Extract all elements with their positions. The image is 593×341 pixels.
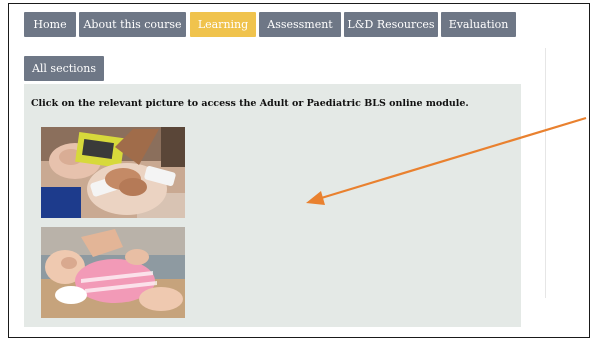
adult-cpr-image <box>41 127 185 218</box>
tab-about-this-course[interactable]: About this course <box>79 12 186 37</box>
adult-bls-image-link[interactable] <box>41 127 185 218</box>
tab-ld-resources[interactable]: L&D Resources <box>344 12 438 37</box>
instruction-text: Click on the relevant picture to access … <box>31 98 469 109</box>
tab-all-sections[interactable]: All sections <box>24 56 104 81</box>
paediatric-manikin-image <box>41 227 185 318</box>
tab-evaluation[interactable]: Evaluation <box>441 12 516 37</box>
tab-assessment[interactable]: Assessment <box>259 12 341 37</box>
tab-home[interactable]: Home <box>24 12 76 37</box>
sidebar-divider <box>545 48 546 298</box>
paediatric-bls-image-link[interactable] <box>41 227 185 318</box>
learning-content-panel: Click on the relevant picture to access … <box>24 84 521 327</box>
tab-learning[interactable]: Learning <box>190 12 256 37</box>
